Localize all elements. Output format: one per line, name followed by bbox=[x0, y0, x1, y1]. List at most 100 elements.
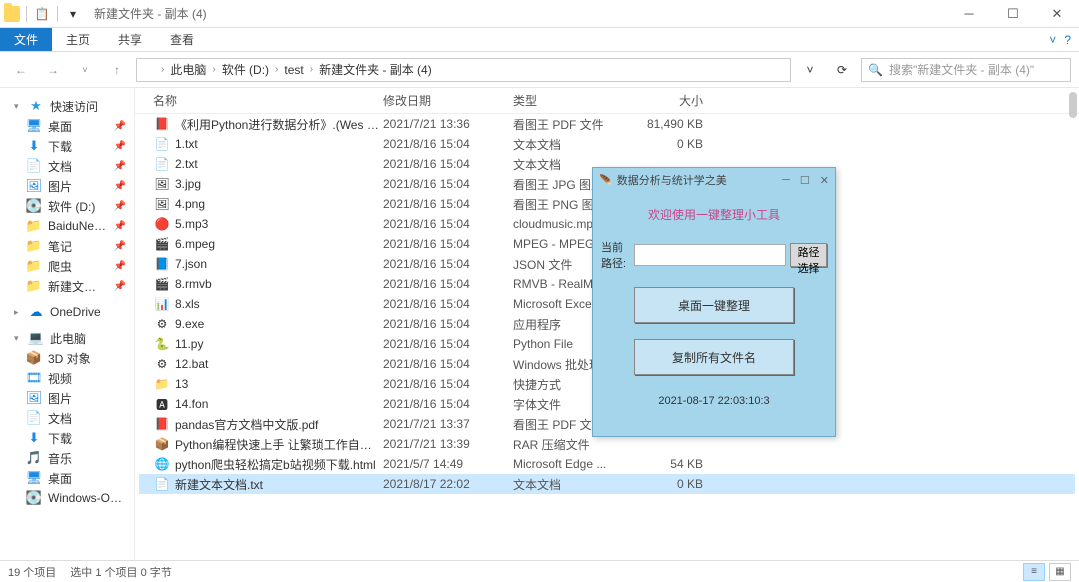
caret-icon: ▸ bbox=[14, 307, 22, 318]
col-type[interactable]: 类型 bbox=[513, 92, 623, 109]
pin-icon: 📌 bbox=[114, 141, 126, 152]
dialog-maximize[interactable]: ☐ bbox=[800, 174, 810, 187]
file-name: 5.mp3 bbox=[175, 217, 383, 231]
file-row[interactable]: 📦 Python编程快速上手 让繁琐工作自动化... 2021/7/21 13:… bbox=[139, 434, 1075, 454]
file-icon: 📦 bbox=[153, 436, 171, 452]
view-details-button[interactable]: ≡ bbox=[1023, 563, 1045, 581]
pin-icon: 📌 bbox=[114, 281, 126, 292]
file-name: 2.txt bbox=[175, 157, 383, 171]
file-icon: 🅰 bbox=[153, 396, 171, 412]
sidebar-item[interactable]: 📦3D 对象 bbox=[0, 348, 134, 368]
pin-icon: 📌 bbox=[114, 201, 126, 212]
qa-save-icon[interactable]: 📋 bbox=[33, 5, 51, 23]
tab-file[interactable]: 文件 bbox=[0, 28, 52, 51]
sidebar-item[interactable]: 🎵音乐 bbox=[0, 448, 134, 468]
back-button[interactable]: ← bbox=[8, 57, 34, 83]
sidebar-onedrive[interactable]: ▸ ☁ OneDrive bbox=[0, 302, 134, 322]
breadcrumb-item[interactable]: 新建文件夹 - 副本 (4) bbox=[317, 61, 434, 78]
sidebar-item[interactable]: 💽软件 (D:)📌 bbox=[0, 196, 134, 216]
pin-icon: 📌 bbox=[114, 161, 126, 172]
sidebar-item[interactable]: 🖼图片 bbox=[0, 388, 134, 408]
sidebar-item[interactable]: ⬇下载 bbox=[0, 428, 134, 448]
tab-share[interactable]: 共享 bbox=[104, 28, 156, 51]
file-type: 看图王 PDF 文件 bbox=[513, 116, 623, 133]
dialog-close[interactable]: ✕ bbox=[820, 174, 829, 187]
sidebar-item[interactable]: 📁新建文件夹 - 副📌 bbox=[0, 276, 134, 296]
help-icon[interactable]: ? bbox=[1064, 33, 1071, 47]
pc-icon: 💻 bbox=[28, 330, 44, 346]
item-icon: 🎵 bbox=[26, 450, 42, 466]
file-size: 81,490 KB bbox=[623, 117, 703, 131]
file-row[interactable]: 📄 新建文本文档.txt 2021/8/17 22:02 文本文档 0 KB bbox=[139, 474, 1075, 494]
sidebar-item[interactable]: 💽Windows-OS (C bbox=[0, 488, 134, 508]
folder-icon bbox=[4, 6, 20, 22]
file-row[interactable]: 📄 1.txt 2021/8/16 15:04 文本文档 0 KB bbox=[139, 134, 1075, 154]
file-date: 2021/8/16 15:04 bbox=[383, 217, 513, 231]
sidebar-item[interactable]: 📄文档📌 bbox=[0, 156, 134, 176]
ribbon-collapse-icon[interactable]: ˅ bbox=[1049, 33, 1056, 47]
refresh-button[interactable]: ⟳ bbox=[829, 57, 855, 83]
item-icon: 📁 bbox=[26, 278, 42, 294]
tab-view[interactable]: 查看 bbox=[156, 28, 208, 51]
breadcrumb-item[interactable]: 软件 (D:) bbox=[220, 61, 271, 78]
tool-dialog[interactable]: 🪶 数据分析与统计学之美 ─ ☐ ✕ 欢迎使用一键整理小工具 当前路径: 路径选… bbox=[592, 167, 836, 437]
dialog-minimize[interactable]: ─ bbox=[782, 174, 790, 187]
col-size[interactable]: 大小 bbox=[623, 92, 703, 109]
col-name[interactable]: 名称 bbox=[153, 92, 383, 109]
item-icon: 💽 bbox=[26, 198, 42, 214]
breadcrumb-item[interactable]: test bbox=[282, 63, 305, 77]
up-button[interactable]: ↑ bbox=[104, 57, 130, 83]
sidebar-item[interactable]: 🎞视频 bbox=[0, 368, 134, 388]
file-icon: ⚙ bbox=[153, 356, 171, 372]
col-date[interactable]: 修改日期 bbox=[383, 92, 513, 109]
sidebar-item[interactable]: 📁笔记📌 bbox=[0, 236, 134, 256]
file-date: 2021/8/17 22:02 bbox=[383, 477, 513, 491]
file-type: 文本文档 bbox=[513, 136, 623, 153]
pin-icon: 📌 bbox=[114, 261, 126, 272]
maximize-button[interactable]: ☐ bbox=[991, 0, 1035, 28]
sidebar-quick-access[interactable]: ▾ ★ 快速访问 bbox=[0, 96, 134, 116]
file-name: 9.exe bbox=[175, 317, 383, 331]
address-dropdown[interactable]: ˅ bbox=[797, 57, 823, 83]
item-icon: 📄 bbox=[26, 158, 42, 174]
sidebar-item[interactable]: 🖥桌面 bbox=[0, 468, 134, 488]
item-icon: 🖼 bbox=[26, 178, 42, 194]
item-icon: 📁 bbox=[26, 238, 42, 254]
sidebar-this-pc[interactable]: ▾ 💻 此电脑 bbox=[0, 328, 134, 348]
file-row[interactable]: 📕 《利用Python进行数据分析》.(Wes Mc... 2021/7/21 … bbox=[139, 114, 1075, 134]
qa-view-icon[interactable]: ▾ bbox=[64, 5, 82, 23]
file-icon: 📕 bbox=[153, 416, 171, 432]
sidebar-item[interactable]: 📁BaiduNetdiskDo📌 bbox=[0, 216, 134, 236]
path-choose-button[interactable]: 路径选择 bbox=[790, 243, 827, 267]
copy-filenames-button[interactable]: 复制所有文件名 bbox=[634, 339, 794, 375]
sidebar-item[interactable]: 📄文档 bbox=[0, 408, 134, 428]
file-date: 2021/8/16 15:04 bbox=[383, 297, 513, 311]
breadcrumb-item[interactable]: 此电脑 bbox=[168, 61, 208, 78]
scrollbar[interactable] bbox=[1069, 92, 1077, 118]
sidebar-item[interactable]: 🖥桌面📌 bbox=[0, 116, 134, 136]
desktop-organize-button[interactable]: 桌面一键整理 bbox=[634, 287, 794, 323]
path-input[interactable] bbox=[634, 244, 786, 266]
search-input[interactable]: 🔍 搜索"新建文件夹 - 副本 (4)" bbox=[861, 58, 1071, 82]
sidebar-item[interactable]: 📁爬虫📌 bbox=[0, 256, 134, 276]
sidebar-item[interactable]: 🖼图片📌 bbox=[0, 176, 134, 196]
window-title: 新建文件夹 - 副本 (4) bbox=[94, 5, 207, 22]
minimize-button[interactable]: ─ bbox=[947, 0, 991, 28]
file-date: 2021/8/16 15:04 bbox=[383, 237, 513, 251]
close-button[interactable]: ✕ bbox=[1035, 0, 1079, 28]
sidebar-item[interactable]: ⬇下载📌 bbox=[0, 136, 134, 156]
address-bar[interactable]: › 此电脑 › 软件 (D:) › test › 新建文件夹 - 副本 (4) bbox=[136, 58, 791, 82]
statusbar: 19 个项目 选中 1 个项目 0 字节 ≡ ▦ bbox=[0, 560, 1079, 582]
caret-icon: ▾ bbox=[14, 333, 22, 344]
tab-home[interactable]: 主页 bbox=[52, 28, 104, 51]
file-icon: 🖼 bbox=[153, 176, 171, 192]
file-icon: 🔴 bbox=[153, 216, 171, 232]
dialog-titlebar[interactable]: 🪶 数据分析与统计学之美 ─ ☐ ✕ bbox=[593, 168, 835, 192]
forward-button[interactable]: → bbox=[40, 57, 66, 83]
recent-dropdown[interactable]: ˅ bbox=[72, 57, 98, 83]
file-name: python爬虫轻松搞定b站视频下载.html bbox=[175, 456, 383, 473]
file-size: 0 KB bbox=[623, 477, 703, 491]
view-icons-button[interactable]: ▦ bbox=[1049, 563, 1071, 581]
file-row[interactable]: 🌐 python爬虫轻松搞定b站视频下载.html 2021/5/7 14:49… bbox=[139, 454, 1075, 474]
file-type: RAR 压缩文件 bbox=[513, 436, 623, 453]
